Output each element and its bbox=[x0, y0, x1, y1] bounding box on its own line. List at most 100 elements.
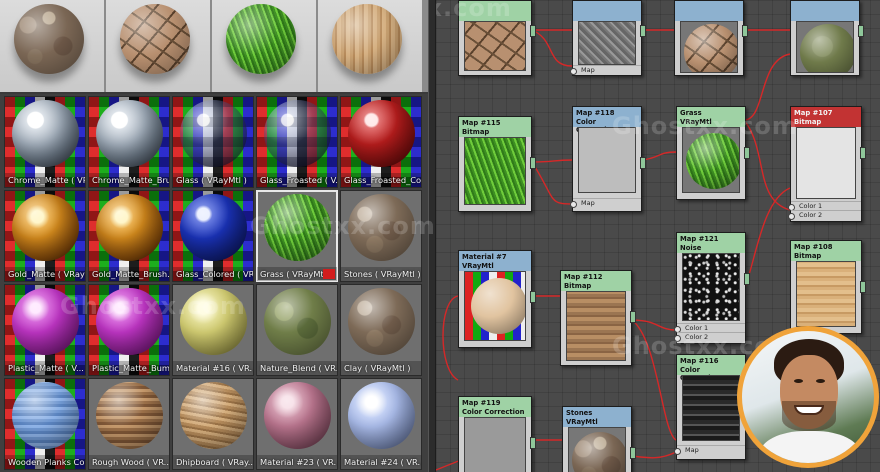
output-socket[interactable] bbox=[630, 311, 636, 323]
material-slot-label: Clay ( VRayMtl ) bbox=[341, 361, 421, 375]
node-map-115-bitmap[interactable]: Map #115 Bitmap bbox=[458, 116, 536, 212]
node-map-107-bitmap[interactable]: Map #107 Bitmap Color 1 Color 2 bbox=[788, 106, 866, 222]
sphere-thumb bbox=[800, 24, 853, 72]
node-header: Map #107 Bitmap bbox=[791, 107, 861, 127]
output-socket[interactable] bbox=[860, 147, 866, 159]
material-slot[interactable]: Chrome_Matte_Bru... bbox=[88, 96, 170, 188]
material-slot[interactable]: Gold_Matte ( VRayM... bbox=[4, 190, 86, 282]
node-map-112-bitmap[interactable]: Map #112 Bitmap bbox=[560, 270, 636, 366]
node-top-material-2[interactable] bbox=[790, 0, 864, 76]
node-title: Map #119 bbox=[462, 399, 501, 407]
node-material-7-vraymtl[interactable]: Material #7 VRayMtl bbox=[458, 250, 536, 348]
material-slot[interactable]: Material #24 ( VR... bbox=[340, 378, 422, 470]
material-slot[interactable]: Glass ( VRayMtl ) bbox=[172, 96, 254, 188]
material-slot[interactable]: Glass_Froasted ( V... bbox=[256, 96, 338, 188]
input-port-map[interactable]: Map bbox=[570, 65, 641, 75]
node-map-116-color-correction[interactable]: Map #116Color Correction Map bbox=[674, 354, 750, 460]
node-header: Map #112 Bitmap bbox=[561, 271, 631, 291]
node-stones-vraymtl[interactable]: Stones VRayMtl bbox=[562, 406, 636, 472]
node-thumbnail bbox=[464, 137, 526, 205]
input-port-color-1[interactable]: Color 1 bbox=[788, 201, 861, 211]
node-header: Map #119 Color Correction bbox=[459, 397, 531, 417]
node-top-bitmap[interactable] bbox=[458, 0, 536, 76]
material-sphere-preview bbox=[348, 382, 415, 449]
preview-cell-wood[interactable] bbox=[318, 0, 422, 92]
output-socket[interactable] bbox=[860, 281, 866, 293]
node-title: Map #107 bbox=[794, 109, 833, 117]
output-socket[interactable] bbox=[744, 273, 750, 285]
material-slot-label: Material #23 ( VR... bbox=[257, 455, 337, 469]
node-header bbox=[459, 1, 531, 21]
preview-cell-cracked-mud[interactable] bbox=[106, 0, 210, 92]
node-top-color-correction[interactable]: Map bbox=[570, 0, 646, 76]
material-slot[interactable]: Material #23 ( VR... bbox=[256, 378, 338, 470]
input-port-color-2[interactable]: Color 2 bbox=[788, 210, 861, 220]
input-port-map[interactable]: Map bbox=[570, 198, 641, 208]
panel-splitter[interactable] bbox=[428, 0, 436, 472]
sphere-thumb bbox=[684, 24, 737, 72]
output-socket[interactable] bbox=[530, 437, 536, 449]
material-slot[interactable]: Stones ( VRayMtl ) bbox=[340, 190, 422, 282]
material-sphere-preview bbox=[96, 288, 163, 355]
material-slot[interactable]: Dhipboard ( VRay... bbox=[172, 378, 254, 470]
node-thumbnail bbox=[682, 375, 740, 441]
material-slot[interactable]: Material #16 ( VR... bbox=[172, 284, 254, 376]
material-slot[interactable]: Glass_Froasted_Col... bbox=[340, 96, 422, 188]
node-header: Map #108 Bitmap bbox=[791, 241, 861, 261]
node-subtitle: Bitmap bbox=[794, 117, 822, 126]
node-subtitle: VRayMtl bbox=[462, 261, 494, 270]
output-socket[interactable] bbox=[858, 25, 864, 37]
node-thumbnail bbox=[682, 127, 740, 193]
output-socket[interactable] bbox=[744, 147, 750, 159]
input-port-color-2[interactable]: Color 2 bbox=[674, 332, 745, 342]
node-header bbox=[675, 1, 743, 21]
material-slot-label: Glass_Froasted_Col... bbox=[341, 173, 421, 187]
node-thumbnail bbox=[796, 21, 854, 73]
material-sphere-preview bbox=[264, 382, 331, 449]
output-socket[interactable] bbox=[640, 157, 646, 169]
material-slot[interactable]: Clay ( VRayMtl ) bbox=[340, 284, 422, 376]
material-slot-label: Nature_Blend ( VR... bbox=[257, 361, 337, 375]
input-port-color-1[interactable]: Color 1 bbox=[674, 323, 745, 333]
material-sphere-preview bbox=[348, 100, 415, 167]
node-subtitle: Noise bbox=[680, 243, 702, 252]
output-socket[interactable] bbox=[530, 157, 536, 169]
node-thumbnail bbox=[796, 127, 856, 199]
presenter-shirt bbox=[760, 431, 860, 463]
output-socket[interactable] bbox=[630, 447, 636, 459]
node-header: Material #7 VRayMtl bbox=[459, 251, 531, 271]
material-slot-label: Material #16 ( VR... bbox=[173, 361, 253, 375]
sphere-thumb bbox=[572, 432, 625, 472]
node-map-121-noise[interactable]: Map #121 Noise Color 1 Color 2 bbox=[674, 232, 750, 344]
output-socket[interactable] bbox=[640, 25, 646, 37]
output-socket[interactable] bbox=[530, 25, 536, 37]
node-map-108-bitmap[interactable]: Map #108 Bitmap bbox=[790, 240, 866, 334]
material-slot[interactable]: Nature_Blend ( VR... bbox=[256, 284, 338, 376]
node-map-118-color-correction[interactable]: Map #118Color Correction Map bbox=[570, 106, 646, 212]
output-socket[interactable] bbox=[530, 291, 536, 303]
output-socket[interactable] bbox=[742, 25, 748, 37]
preview-cell-grass[interactable] bbox=[212, 0, 316, 92]
node-grass-vraymtl[interactable]: Grass VRayMtl bbox=[676, 106, 750, 200]
material-slot-label: Chrome_Matte ( VRayMtl ) bbox=[5, 173, 85, 187]
material-slot[interactable]: Glass_Colored ( VR... bbox=[172, 190, 254, 282]
material-slot[interactable]: Plastic_Matte ( V... bbox=[4, 284, 86, 376]
material-slot[interactable]: Wooden Planks Col... bbox=[4, 378, 86, 470]
material-slot[interactable]: Plastic_Matte_Bum... bbox=[88, 284, 170, 376]
material-sphere-preview bbox=[264, 194, 331, 261]
material-slot-label: Glass ( VRayMtl ) bbox=[173, 173, 253, 187]
node-map-119-color-correction[interactable]: Map #119 Color Correction bbox=[458, 396, 536, 472]
material-slot[interactable]: Gold_Matte_Brush... bbox=[88, 190, 170, 282]
material-slot[interactable]: Grass ( VRayMtl ) bbox=[256, 190, 338, 282]
material-slot-label: Glass_Colored ( VR... bbox=[173, 267, 253, 281]
preview-cell-stone[interactable] bbox=[0, 0, 104, 92]
input-port-map[interactable]: Map bbox=[674, 445, 745, 455]
material-slot-label: Wooden Planks Col... bbox=[5, 455, 85, 469]
sphere-thumb bbox=[471, 278, 525, 334]
node-thumbnail bbox=[464, 21, 526, 71]
material-slot[interactable]: Chrome_Matte ( VRayMtl ) bbox=[4, 96, 86, 188]
node-top-material[interactable] bbox=[674, 0, 748, 76]
material-slot-label: Chrome_Matte_Bru... bbox=[89, 173, 169, 187]
material-slot[interactable]: Rough Wood ( VR... bbox=[88, 378, 170, 470]
material-sphere-preview bbox=[348, 288, 415, 355]
